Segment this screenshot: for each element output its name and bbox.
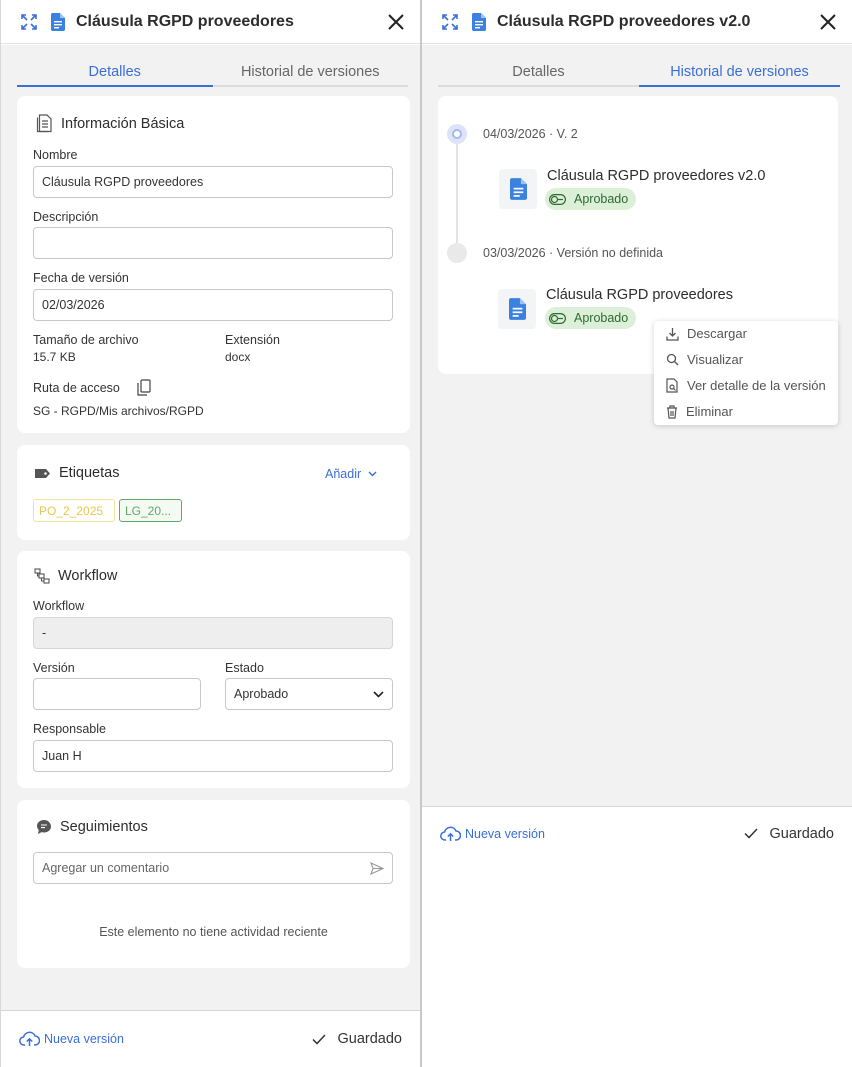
check-icon bbox=[311, 1033, 326, 1045]
history-content: Detalles Historial de versiones 04/03/20… bbox=[422, 45, 852, 806]
version-date-label: Fecha de versión bbox=[33, 271, 129, 285]
workflow-card: Workflow Workflow - Versión Estado Aprob… bbox=[17, 551, 410, 788]
version-context-menu: Descargar Visualizar Ver detalle de la v… bbox=[654, 321, 838, 425]
status-select[interactable]: Aprobado bbox=[225, 678, 393, 710]
saved-status: Guardado bbox=[743, 826, 834, 842]
version-name[interactable]: Cláusula RGPD proveedores v2.0 bbox=[547, 168, 765, 184]
tag-chip[interactable]: PO_2_2025 bbox=[33, 499, 115, 522]
extension-label: Extensión bbox=[225, 333, 280, 347]
approved-icon bbox=[549, 312, 566, 324]
tag-chip[interactable]: LG_20... bbox=[119, 499, 182, 522]
tags-title: Etiquetas bbox=[34, 465, 119, 481]
cloud-upload-icon bbox=[19, 1031, 40, 1046]
file-size-value: 15.7 KB bbox=[33, 350, 76, 364]
file-search-icon bbox=[666, 378, 678, 393]
document-icon bbox=[472, 12, 486, 31]
owner-label: Responsable bbox=[33, 722, 106, 736]
document-outline-icon bbox=[36, 114, 52, 133]
panel-footer: Nueva versión Guardado bbox=[422, 806, 852, 860]
version-date: 04/03/2026 · V. 2 bbox=[483, 127, 578, 141]
document-icon bbox=[498, 289, 536, 329]
tab-details[interactable]: Detalles bbox=[438, 61, 639, 85]
details-content: Detalles Historial de versiones Informac… bbox=[1, 45, 420, 1010]
timeline-line bbox=[456, 134, 458, 246]
menu-item-view[interactable]: Visualizar bbox=[666, 352, 743, 367]
extension-value: docx bbox=[225, 350, 251, 364]
download-icon bbox=[666, 327, 679, 341]
new-version-button[interactable]: Nueva versión bbox=[19, 1031, 124, 1047]
timeline-dot-active bbox=[447, 124, 467, 144]
expand-icon[interactable] bbox=[19, 12, 39, 32]
right-panel: Cláusula RGPD proveedores v2.0 Detalles … bbox=[422, 0, 852, 1067]
description-label: Descripción bbox=[33, 210, 99, 224]
version-date: 03/03/2026 · Versión no definida bbox=[483, 246, 663, 260]
saved-status: Guardado bbox=[311, 1031, 402, 1047]
expand-icon[interactable] bbox=[440, 12, 460, 32]
tab-bar: Detalles Historial de versiones bbox=[438, 61, 840, 87]
trash-icon bbox=[667, 404, 677, 419]
version-date-input[interactable]: 02/03/2026 bbox=[33, 289, 393, 321]
approved-icon bbox=[549, 193, 566, 205]
followups-card: Seguimientos Agregar un comentario Este … bbox=[17, 800, 410, 968]
copy-icon[interactable] bbox=[137, 379, 151, 401]
menu-item-download[interactable]: Descargar bbox=[666, 326, 747, 341]
tag-icon bbox=[35, 468, 50, 478]
close-icon[interactable] bbox=[384, 10, 408, 34]
check-icon bbox=[743, 828, 758, 839]
version-label: Versión bbox=[33, 661, 75, 675]
menu-item-delete[interactable]: Eliminar bbox=[666, 404, 733, 419]
timeline-dot bbox=[447, 243, 467, 263]
panel-title: Cláusula RGPD proveedores v2.0 bbox=[497, 12, 751, 30]
name-input[interactable]: Cláusula RGPD proveedores bbox=[33, 166, 393, 198]
document-icon bbox=[499, 169, 537, 209]
comment-input[interactable]: Agregar un comentario bbox=[33, 852, 393, 884]
description-input[interactable] bbox=[33, 227, 393, 259]
tab-version-history[interactable]: Historial de versiones bbox=[639, 61, 840, 87]
document-icon bbox=[51, 12, 65, 31]
workflow-icon bbox=[34, 568, 50, 584]
workflow-title: Workflow bbox=[34, 568, 117, 584]
add-tag-button[interactable]: Añadir bbox=[325, 467, 377, 481]
panel-footer: Nueva versión Guardado bbox=[1, 1010, 420, 1067]
comment-icon bbox=[37, 820, 51, 834]
search-icon bbox=[666, 353, 679, 366]
tab-version-history[interactable]: Historial de versiones bbox=[213, 61, 409, 85]
path-value: SG - RGPD/Mis archivos/RGPD bbox=[33, 404, 204, 418]
basic-info-card: Información Básica Nombre Cláusula RGPD … bbox=[17, 96, 410, 433]
name-label: Nombre bbox=[33, 148, 78, 162]
cloud-upload-icon bbox=[440, 826, 461, 841]
close-icon[interactable] bbox=[816, 10, 840, 34]
tab-details[interactable]: Detalles bbox=[17, 61, 213, 87]
tags-card: Etiquetas Añadir PO_2_2025 LG_20... bbox=[17, 445, 410, 540]
basic-info-title: Información Básica bbox=[36, 114, 184, 133]
panel-header: Cláusula RGPD proveedores bbox=[1, 0, 420, 44]
panel-title: Cláusula RGPD proveedores bbox=[76, 12, 294, 30]
chevron-down-icon bbox=[373, 690, 384, 698]
path-label: Ruta de acceso bbox=[33, 381, 120, 395]
status-badge: Aprobado bbox=[545, 188, 637, 210]
panel-header: Cláusula RGPD proveedores v2.0 bbox=[422, 0, 852, 44]
menu-item-version-details[interactable]: Ver detalle de la versión bbox=[666, 378, 826, 393]
workflow-input: - bbox=[33, 617, 393, 649]
new-version-button[interactable]: Nueva versión bbox=[440, 826, 545, 842]
send-icon[interactable] bbox=[370, 861, 384, 875]
owner-input[interactable]: Juan H bbox=[33, 740, 393, 772]
workflow-label: Workflow bbox=[33, 599, 85, 613]
version-input[interactable] bbox=[33, 678, 201, 710]
status-label: Estado bbox=[225, 661, 264, 675]
version-name[interactable]: Cláusula RGPD proveedores bbox=[546, 287, 733, 303]
left-panel: Cláusula RGPD proveedores Detalles Histo… bbox=[0, 0, 422, 1067]
empty-activity-text: Este elemento no tiene actividad recient… bbox=[99, 925, 328, 939]
file-size-label: Tamaño de archivo bbox=[33, 333, 139, 347]
status-badge: Aprobado bbox=[545, 307, 637, 329]
chevron-down-icon bbox=[368, 471, 377, 477]
followups-title: Seguimientos bbox=[36, 819, 148, 835]
tab-bar: Detalles Historial de versiones bbox=[17, 61, 408, 87]
